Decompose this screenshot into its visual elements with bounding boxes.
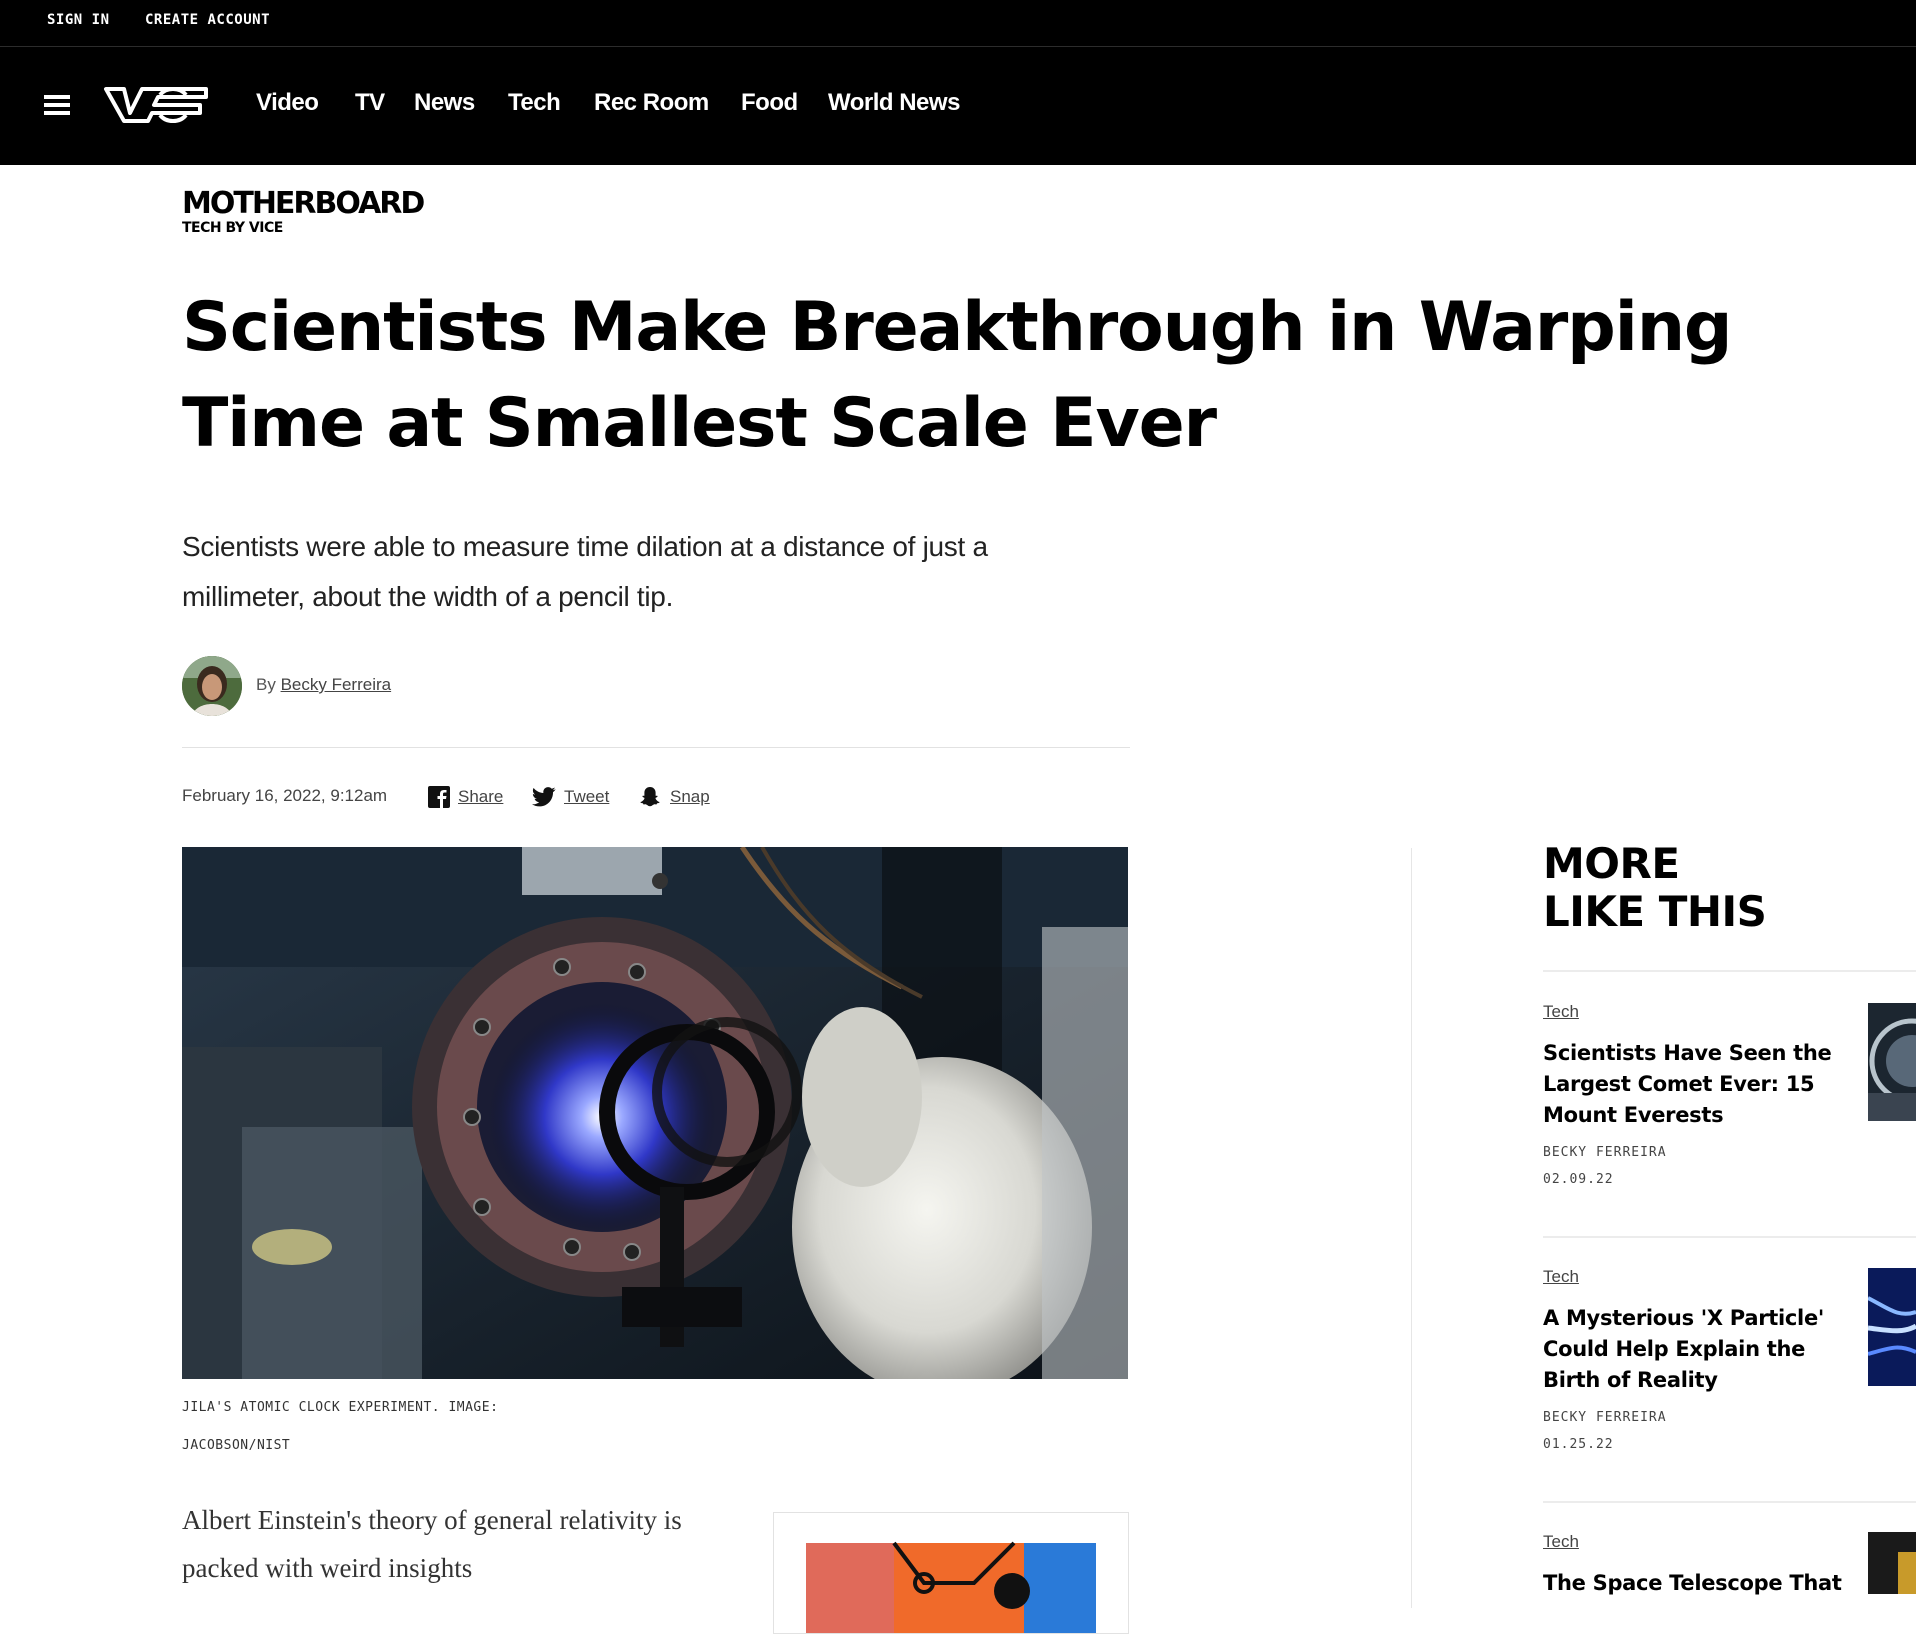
- sidebar-divider: [1411, 848, 1412, 1608]
- brand-title: MOTHERBOARD: [182, 186, 425, 221]
- sidebar-separator: [1543, 1236, 1916, 1238]
- nav-item-world-news[interactable]: World News: [828, 89, 960, 117]
- related-article-title[interactable]: A Mysterious 'X Particle' Could Help Exp…: [1543, 1303, 1853, 1396]
- facebook-share-label: Share: [458, 787, 504, 806]
- article-headline: Scientists Make Breakthrough in Warping …: [182, 288, 1733, 463]
- create-account-link[interactable]: CREATE ACCOUNT: [145, 12, 270, 28]
- nav-item-food[interactable]: Food: [741, 89, 798, 117]
- nav-item-tv[interactable]: TV: [355, 89, 385, 117]
- author-avatar[interactable]: [182, 656, 242, 716]
- sidebar-separator: [1543, 970, 1916, 972]
- related-article-category[interactable]: Tech: [1543, 1267, 1579, 1287]
- related-article-card[interactable]: Tech The Space Telescope That: [1543, 1532, 1853, 1599]
- related-article-author: BECKY FERREIRA: [1543, 1410, 1667, 1425]
- related-article-author: BECKY FERREIRA: [1543, 1145, 1667, 1160]
- snapchat-share-label: Snap: [670, 787, 710, 806]
- facebook-share-button[interactable]: Share: [428, 784, 503, 810]
- hero-image: [182, 847, 1128, 1379]
- article-dek: Scientists were able to measure time dil…: [182, 531, 988, 612]
- author-link[interactable]: Becky Ferreira: [281, 675, 392, 694]
- related-article-date: 02.09.22: [1543, 1172, 1614, 1187]
- snapchat-icon: [640, 787, 660, 807]
- twitter-share-button[interactable]: Tweet: [532, 784, 609, 810]
- twitter-share-label: Tweet: [564, 787, 610, 806]
- more-like-this-heading: MORE LIKE THIS: [1543, 839, 1767, 936]
- twitter-icon: [532, 787, 556, 807]
- related-article-title[interactable]: Scientists Have Seen the Largest Comet E…: [1543, 1038, 1853, 1131]
- divider: [182, 747, 1130, 748]
- related-article-thumbnail[interactable]: [1868, 1532, 1916, 1594]
- promo-graphic: [806, 1541, 1096, 1633]
- nav-item-news[interactable]: News: [414, 89, 475, 117]
- nav-item-rec-room[interactable]: Rec Room: [594, 89, 709, 117]
- motherboard-brand[interactable]: MOTHERBOARD TECH BY VICE: [182, 186, 425, 237]
- facebook-icon: [428, 786, 450, 808]
- article-body-paragraph: Albert Einstein's theory of general rela…: [182, 1505, 682, 1583]
- related-article-category[interactable]: Tech: [1543, 1532, 1579, 1552]
- brand-subtitle: TECH BY VICE: [182, 220, 283, 236]
- hamburger-menu-icon[interactable]: [44, 95, 70, 115]
- byline-prefix: By: [256, 675, 276, 694]
- sign-in-link[interactable]: SIGN IN: [47, 12, 110, 28]
- image-caption: JILA'S ATOMIC CLOCK EXPERIMENT. IMAGE: J…: [182, 1400, 499, 1453]
- related-article-date: 01.25.22: [1543, 1437, 1614, 1452]
- related-article-thumbnail[interactable]: [1868, 1003, 1916, 1121]
- inline-promo-box[interactable]: [773, 1512, 1129, 1634]
- related-article-card[interactable]: Tech Scientists Have Seen the Largest Co…: [1543, 1002, 1853, 1187]
- related-article-title[interactable]: The Space Telescope That: [1543, 1568, 1853, 1599]
- publish-date: February 16, 2022, 9:12am: [182, 786, 388, 805]
- main-nav: Video TV News Tech Rec Room Food World N…: [0, 47, 1916, 165]
- sidebar-separator: [1543, 1501, 1916, 1503]
- byline: By Becky Ferreira: [256, 675, 391, 695]
- snapchat-share-button[interactable]: Snap: [638, 784, 710, 810]
- nav-item-video[interactable]: Video: [256, 89, 319, 117]
- utility-bar: SIGN IN CREATE ACCOUNT: [0, 0, 1916, 47]
- related-article-card[interactable]: Tech A Mysterious 'X Particle' Could Hel…: [1543, 1267, 1853, 1452]
- related-article-thumbnail[interactable]: [1868, 1268, 1916, 1386]
- related-article-category[interactable]: Tech: [1543, 1002, 1579, 1022]
- more-like-this-line1: MORE: [1543, 839, 1680, 888]
- more-like-this-line2: LIKE THIS: [1543, 887, 1767, 936]
- nav-item-tech[interactable]: Tech: [508, 89, 561, 117]
- vice-logo[interactable]: [100, 83, 212, 127]
